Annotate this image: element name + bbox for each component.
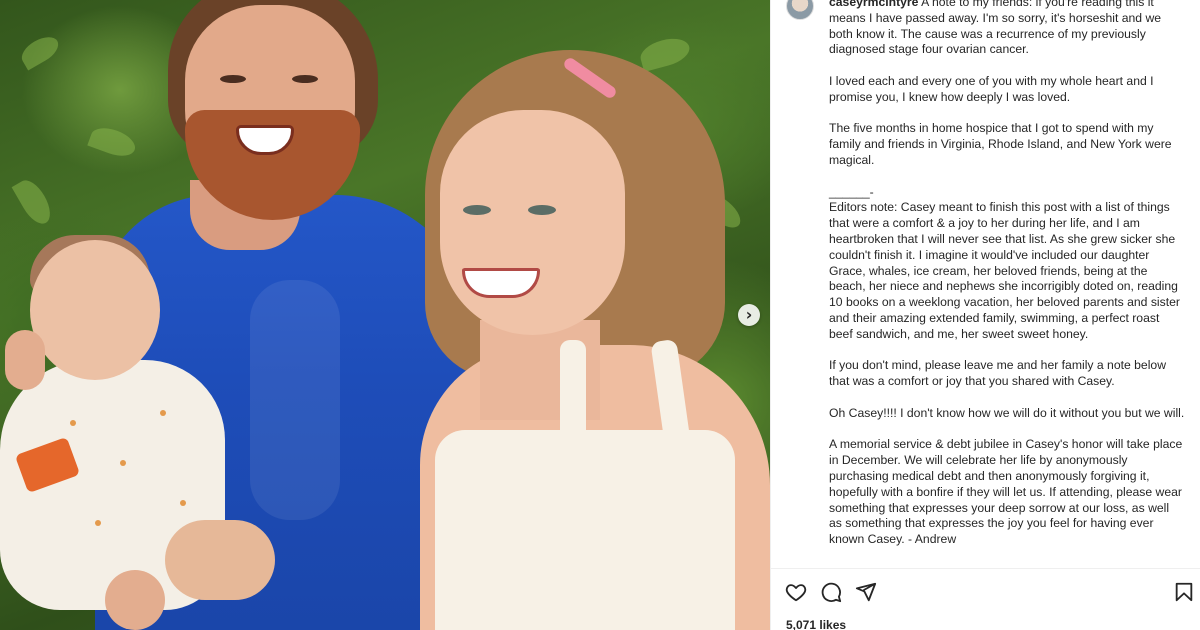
post-side-panel: caseyrmcintyre A note to my friends: if … <box>770 0 1200 630</box>
romper-dot <box>70 420 76 426</box>
caption-paragraph: A memorial service & debt jubilee in Cas… <box>829 437 1183 547</box>
chevron-right-icon: › <box>745 305 753 324</box>
romper-dot <box>180 500 186 506</box>
like-count[interactable]: 5,071 likes <box>786 618 846 630</box>
woman-eye <box>463 205 491 215</box>
shirt-fold <box>250 280 340 520</box>
romper-dot <box>160 410 166 416</box>
heart-icon[interactable] <box>785 581 807 603</box>
caption-paragraph: ______- Editors note: Casey meant to fin… <box>829 184 1180 341</box>
parent-hand <box>105 570 165 630</box>
foliage <box>637 33 693 73</box>
comment-icon[interactable] <box>820 581 842 603</box>
action-bar: 5,071 likes <box>771 568 1200 630</box>
caption-paragraph: I loved each and every one of you with m… <box>829 73 1154 104</box>
woman-face <box>440 110 625 335</box>
username-link[interactable]: caseyrmcintyre <box>829 0 918 9</box>
romper-dot <box>120 460 126 466</box>
dress-strap <box>560 340 586 480</box>
man-eye <box>220 75 246 83</box>
caption-scroll-area[interactable]: caseyrmcintyre A note to my friends: if … <box>771 0 1200 568</box>
avatar[interactable] <box>786 0 814 20</box>
foliage <box>87 122 139 162</box>
bookmark-icon[interactable] <box>1173 581 1195 603</box>
caption-paragraph: Oh Casey!!!! I don't know how we will do… <box>829 405 1185 420</box>
foliage <box>17 31 63 71</box>
baby-head <box>30 240 160 380</box>
woman-eye <box>528 205 556 215</box>
post-photo[interactable]: › <box>0 0 770 630</box>
baby-hand <box>5 330 45 390</box>
baby-leg <box>165 520 275 600</box>
caption-paragraph: The five months in home hospice that I g… <box>829 121 1172 167</box>
caption-paragraph: caseyrmcintyre A note to my friends: if … <box>829 0 1185 58</box>
share-icon[interactable] <box>855 581 877 603</box>
caption-paragraph: If you don't mind, please leave me and h… <box>829 358 1167 389</box>
caption: caseyrmcintyre A note to my friends: if … <box>829 0 1185 564</box>
man-eye <box>292 75 318 83</box>
carousel-next-button[interactable]: › <box>738 304 760 326</box>
romper-dot <box>95 520 101 526</box>
foliage <box>11 175 57 229</box>
